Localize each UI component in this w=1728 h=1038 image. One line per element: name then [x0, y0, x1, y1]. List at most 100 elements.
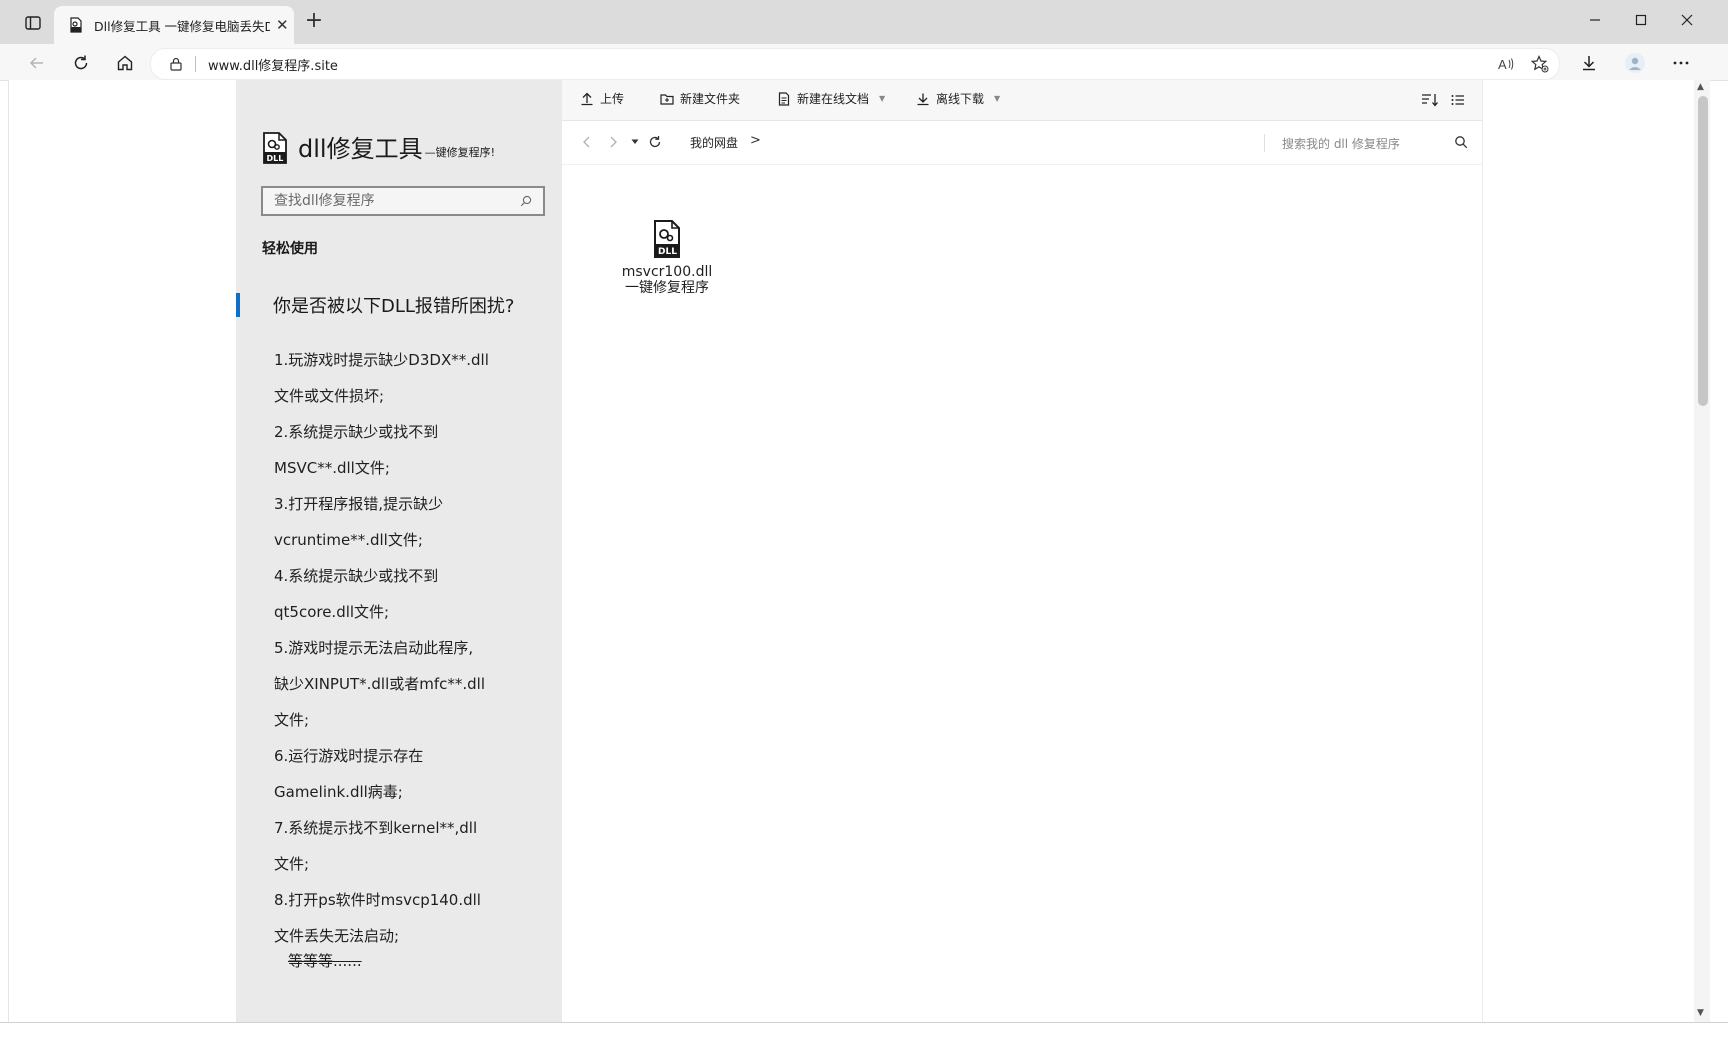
issue-line: 缺少XINPUT*.dll或者mfc**.dll [274, 675, 485, 693]
list-view-button[interactable] [1448, 90, 1468, 110]
sidebar: DLL dll修复工具 —键修复程序! 轻松使用 你是否被以下DLL报错所困扰?… [236, 80, 562, 1022]
issue-line: 2.系统提示缺少或找不到 [274, 423, 439, 441]
tab-actions-icon [25, 16, 41, 30]
profile-icon [1625, 53, 1645, 73]
scroll-down-icon[interactable]: ▼ [1697, 1008, 1704, 1018]
read-aloud-icon[interactable]: A [1495, 53, 1517, 75]
back-button[interactable] [24, 50, 50, 76]
more-icon [1673, 61, 1689, 65]
brand-title: dll修复工具 [298, 135, 423, 163]
svg-text:DLL: DLL [658, 247, 677, 257]
download-icon [1583, 56, 1595, 71]
download-icon [917, 93, 929, 105]
issue-line: 7.系统提示找不到kernel**,dll [274, 819, 478, 837]
file-name-line1: msvcr100.dll [621, 264, 713, 280]
file-panel: 上传 新建文件夹 新建在线文档 ▼ 离线下载 ▼ 我的网盘 > 搜索我的 dll… [562, 80, 1482, 1022]
easy-use-heading: 轻松使用 [262, 241, 318, 257]
minimize-icon [1590, 19, 1600, 21]
issue-line: 6.运行游戏时提示存在 [274, 747, 424, 765]
etc-text: 等等等...... [288, 952, 362, 970]
search-icon[interactable] [516, 191, 536, 211]
minimize-button[interactable] [1580, 8, 1610, 32]
scroll-thumb[interactable] [1698, 96, 1708, 406]
path-forward-button[interactable] [604, 133, 622, 151]
issue-line: vcruntime**.dll文件; [274, 531, 423, 549]
breadcrumb[interactable]: 我的网盘 [690, 134, 738, 151]
question-heading: 你是否被以下DLL报错所困扰? [273, 296, 515, 317]
browser-toolbar: www.dll修复程序.site A [0, 44, 1728, 81]
path-bar: 我的网盘 > 搜索我的 dll 修复程序 [562, 120, 1482, 165]
lock-icon[interactable] [169, 57, 183, 71]
file-search-input[interactable]: 搜索我的 dll 修复程序 [1282, 135, 1400, 152]
url-text[interactable]: www.dll修复程序.site [208, 55, 338, 74]
new-tab-button[interactable]: + [302, 10, 326, 34]
search-input[interactable] [272, 192, 516, 210]
path-back-button[interactable] [578, 133, 596, 151]
upload-label: 上传 [600, 92, 625, 106]
refresh-button[interactable] [68, 50, 94, 76]
sidebar-search [261, 186, 545, 216]
home-icon [117, 55, 133, 71]
file-name-line2: 一键修复程序 [625, 280, 709, 296]
command-bar: 上传 新建文件夹 新建在线文档 ▼ 离线下载 ▼ [562, 80, 1482, 121]
offline-download-label: 离线下载 [936, 92, 985, 106]
upload-button[interactable]: 上传 [580, 90, 624, 107]
recent-locations-button[interactable] [626, 133, 644, 151]
profile-button[interactable] [1622, 50, 1648, 76]
breadcrumb-separator: > [750, 133, 761, 148]
document-icon [778, 91, 790, 106]
downloads-button[interactable] [1576, 50, 1602, 76]
chevron-left-icon [583, 136, 590, 148]
chevron-down-icon[interactable]: ▼ [994, 94, 1000, 103]
close-window-button[interactable] [1672, 8, 1702, 32]
svg-text:A: A [1498, 57, 1507, 72]
sort-button[interactable] [1420, 90, 1440, 110]
issue-line: MSVC**.dll文件; [274, 459, 390, 477]
issue-list: 1.玩游戏时提示缺少D3DX**.dll 文件或文件损坏; 2.系统提示缺少或找… [274, 342, 489, 954]
close-tab-icon[interactable]: ✕ [276, 16, 289, 34]
issue-line: 5.游戏时提示无法启动此程序, [274, 639, 474, 657]
more-button[interactable] [1668, 50, 1694, 76]
path-refresh-button[interactable] [646, 133, 664, 151]
list-view-icon [1451, 95, 1464, 105]
upload-icon [581, 92, 593, 105]
tab-actions-button[interactable] [22, 12, 44, 34]
maximize-icon [1635, 14, 1647, 26]
page-viewport: DLL dll修复工具 —键修复程序! 轻松使用 你是否被以下DLL报错所困扰?… [8, 80, 1695, 1022]
new-doc-label: 新建在线文档 [797, 92, 870, 106]
chevron-right-icon [610, 136, 617, 148]
caret-down-icon [631, 139, 639, 144]
accent-bar [236, 293, 240, 317]
issue-line: Gamelink.dll病毒; [274, 783, 403, 801]
new-doc-button[interactable]: 新建在线文档 ▼ [777, 90, 885, 107]
issue-line: 文件或文件损坏; [274, 387, 385, 405]
window-bottom-edge [0, 1022, 1728, 1038]
issue-line: qt5core.dll文件; [274, 603, 390, 621]
address-bar[interactable]: www.dll修复程序.site A [150, 48, 1560, 80]
dll-file-icon: DLL [654, 220, 680, 258]
maximize-button[interactable] [1626, 8, 1656, 32]
dll-file-icon [68, 17, 84, 33]
home-button[interactable] [112, 50, 138, 76]
issue-line: 文件; [274, 711, 310, 729]
page-scrollbar[interactable]: ▲ ▼ [1694, 80, 1710, 1022]
offline-download-button[interactable]: 离线下载 ▼ [916, 90, 1000, 107]
search-icon[interactable] [1452, 133, 1470, 151]
dll-file-icon: DLL [263, 132, 287, 164]
browser-tab[interactable]: Dll修复工具 一键修复电脑丢失Dll文件 ✕ [54, 6, 294, 44]
chevron-down-icon[interactable]: ▼ [879, 94, 885, 103]
new-folder-label: 新建文件夹 [680, 92, 741, 106]
panel-border [1482, 80, 1483, 1022]
file-item[interactable]: DLL msvcr100.dll 一键修复程序 [617, 220, 717, 296]
issue-line: 1.玩游戏时提示缺少D3DX**.dll [274, 351, 489, 369]
new-folder-button[interactable]: 新建文件夹 [660, 90, 740, 107]
close-icon [1681, 14, 1693, 26]
scroll-up-icon[interactable]: ▲ [1697, 82, 1704, 92]
issue-line: 4.系统提示缺少或找不到 [274, 567, 439, 585]
add-favorite-icon[interactable] [1529, 53, 1551, 75]
back-arrow-icon [29, 57, 43, 69]
path-separator [1264, 134, 1265, 152]
brand-subtitle: —键修复程序! [424, 146, 495, 159]
address-separator [195, 56, 196, 72]
tab-title: Dll修复工具 一键修复电脑丢失Dll文件 [94, 18, 270, 34]
